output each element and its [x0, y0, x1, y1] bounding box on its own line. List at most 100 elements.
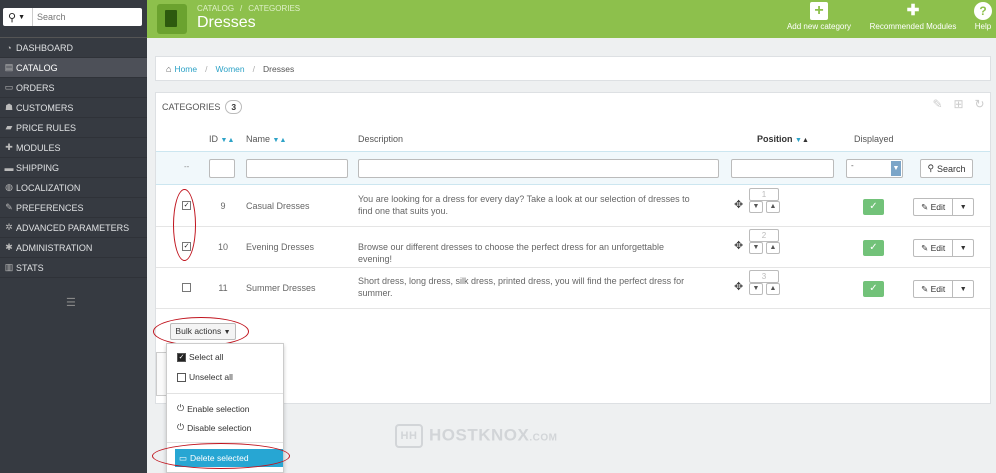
unselect-all-item[interactable]: Unselect all: [177, 372, 233, 382]
sidebar-item-advanced-parameters[interactable]: ✲ ADVANCED PARAMETERS: [0, 218, 147, 238]
catalog-icon: ▤: [4, 62, 14, 72]
sidebar-item-label: CUSTOMERS: [16, 102, 74, 113]
move-down-icon[interactable]: ▼: [749, 201, 763, 213]
add-new-category-button[interactable]: + Add new category: [781, 2, 857, 36]
breadcrumb-women[interactable]: Women: [216, 64, 245, 74]
select-all-label: Select all: [189, 352, 224, 362]
enable-selection-item[interactable]: ⏻ Enable selection: [177, 403, 250, 414]
move-down-icon[interactable]: ▼: [749, 283, 763, 295]
refresh-icon[interactable]: ↻: [973, 98, 986, 111]
cogs-icon: ✲: [5, 222, 13, 232]
plus-icon: +: [810, 2, 828, 20]
collapse-menu-icon[interactable]: ☰: [66, 296, 76, 309]
help-label: Help: [974, 22, 992, 31]
edit-label: Edit: [930, 243, 946, 253]
sidebar-item-dashboard[interactable]: ◔ DASHBOARD: [0, 38, 147, 58]
disable-selection-item[interactable]: ⏻ Disable selection: [177, 422, 251, 433]
checked-box-icon: ✓: [177, 352, 186, 362]
customers-icon: ☗: [4, 102, 14, 112]
move-up-icon[interactable]: ▲: [766, 283, 780, 295]
sidebar-item-localization[interactable]: ◍ LOCALIZATION: [0, 178, 147, 198]
sidebar-item-label: LOCALIZATION: [16, 182, 81, 193]
edit-icon[interactable]: ✎: [931, 98, 944, 111]
sidebar-item-catalog[interactable]: ▤ CATALOG: [0, 58, 147, 78]
edit-button[interactable]: ✎ Edit ▼: [913, 280, 974, 298]
displayed-check-icon[interactable]: ✓: [863, 281, 884, 297]
row-checkbox[interactable]: [182, 283, 191, 292]
row-actions-dropdown-icon[interactable]: ▼: [953, 286, 973, 293]
column-header-description: Description: [358, 134, 404, 144]
enable-selection-label: Enable selection: [187, 403, 250, 414]
header-crumb-page[interactable]: CATEGORIES: [248, 4, 300, 13]
sidebar-item-label: ADMINISTRATION: [16, 242, 93, 253]
displayed-check-icon[interactable]: ✓: [863, 199, 884, 215]
row-name: Evening Dresses: [246, 242, 315, 252]
move-up-icon[interactable]: ▲: [766, 242, 780, 254]
annotation-oval-checkboxes: [173, 189, 196, 261]
sidebar-item-orders[interactable]: ▭ ORDERS: [0, 78, 147, 98]
annotation-oval-delete: [152, 443, 290, 469]
dashboard-icon: ◔: [6, 42, 12, 53]
edit-button[interactable]: ✎ Edit ▼: [913, 198, 974, 216]
breadcrumb-current: Dresses: [263, 63, 295, 74]
move-down-icon[interactable]: ▼: [749, 242, 763, 254]
sort-arrows-icon: ▼▲: [272, 137, 287, 144]
column-header-position[interactable]: Position ▼▲: [757, 134, 809, 144]
drag-handle-icon[interactable]: ✥: [734, 239, 743, 252]
filter-name-input[interactable]: [246, 159, 348, 178]
stats-icon: ▥: [4, 262, 14, 272]
search-scope-button[interactable]: ⚲ ▼: [3, 8, 33, 26]
menu-divider: [167, 393, 283, 394]
search-icon: ⚲: [8, 11, 17, 24]
empty-box-icon: [177, 372, 186, 382]
sidebar-item-stats[interactable]: ▥ STATS: [0, 258, 147, 278]
drag-handle-icon[interactable]: ✥: [734, 280, 743, 293]
sidebar-search: ⚲ ▼: [3, 8, 142, 26]
row-id: 11: [218, 283, 228, 293]
help-button[interactable]: ? Help: [973, 2, 993, 36]
search-input[interactable]: [37, 10, 137, 24]
breadcrumb-home[interactable]: Home: [174, 64, 197, 74]
displayed-check-icon[interactable]: ✓: [863, 240, 884, 256]
chevron-down-icon: ▼: [18, 13, 25, 21]
sidebar-item-customers[interactable]: ☗ CUSTOMERS: [0, 98, 147, 118]
header-crumb-section[interactable]: CATALOG: [197, 4, 234, 13]
row-description: Browse our different dresses to choose t…: [358, 242, 665, 264]
filter-description-input[interactable]: [358, 159, 719, 178]
column-header-name[interactable]: Name ▼▲: [246, 134, 286, 144]
table-row: ✓ 10 Evening Dresses Browse our different d…: [156, 227, 990, 268]
sidebar-item-shipping[interactable]: ▬ SHIPPING: [0, 158, 147, 178]
filter-id-input[interactable]: [209, 159, 235, 178]
category-count-badge: 3: [225, 100, 243, 114]
panel-toolbar: ✎ ⊞ ↻: [931, 98, 986, 111]
sidebar-item-preferences[interactable]: ✎ PREFERENCES: [0, 198, 147, 218]
sidebar-item-label: PRICE RULES: [16, 122, 77, 133]
pencil-icon: ✎: [921, 284, 929, 294]
row-actions-dropdown-icon[interactable]: ▼: [953, 245, 973, 252]
search-button[interactable]: ⚲ Search: [920, 159, 973, 178]
sidebar-item-label: DASHBOARD: [16, 42, 74, 53]
edit-button[interactable]: ✎ Edit ▼: [913, 239, 974, 257]
watermark-text: HOSTKNOX: [429, 425, 530, 445]
move-up-icon[interactable]: ▲: [766, 201, 780, 213]
sidebar-item-administration[interactable]: ✱ ADMINISTRATION: [0, 238, 147, 258]
row-id: 9: [220, 201, 226, 211]
filter-displayed-select[interactable]: - ▼: [846, 159, 903, 178]
home-icon: ⌂: [166, 63, 172, 74]
drag-handle-icon[interactable]: ✥: [734, 198, 743, 211]
table-row: 11 Summer Dresses Short dress, long dress,…: [156, 268, 990, 309]
help-icon: ?: [974, 2, 992, 20]
puzzle-icon: ✚: [906, 2, 920, 19]
filter-position-input[interactable]: [731, 159, 834, 178]
sidebar-item-label: ORDERS: [16, 82, 55, 93]
sidebar-item-label: PREFERENCES: [16, 202, 84, 213]
recommended-modules-button[interactable]: ✚ Recommended Modules: [863, 2, 963, 36]
select-all-item[interactable]: ✓ Select all: [177, 352, 224, 362]
sidebar-item-price-rules[interactable]: ▰ PRICE RULES: [0, 118, 147, 138]
pencil-icon: ✎: [921, 243, 929, 253]
sidebar-item-modules[interactable]: ✚ MODULES: [0, 138, 147, 158]
row-actions-dropdown-icon[interactable]: ▼: [953, 204, 973, 211]
add-icon[interactable]: ⊞: [952, 98, 965, 111]
add-new-category-label: Add new category: [786, 22, 852, 31]
column-header-id[interactable]: ID ▼▲: [209, 134, 234, 144]
